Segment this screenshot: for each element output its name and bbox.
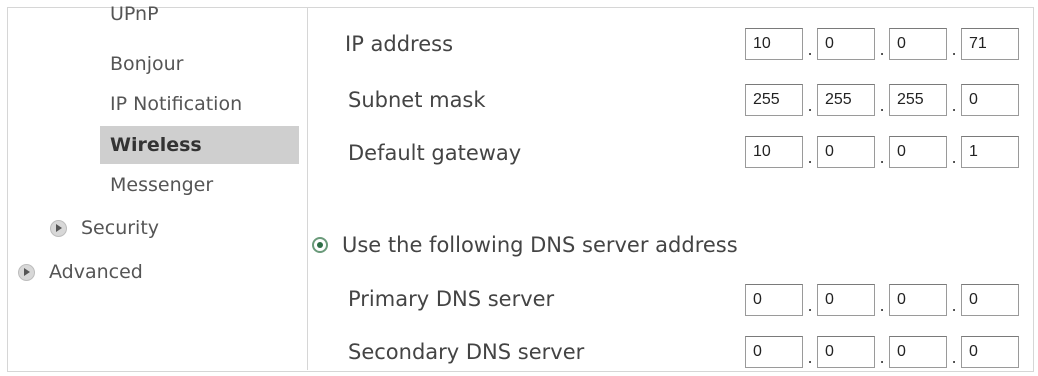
- secondary-dns-field: 0 . 0 . 0 . 0: [745, 336, 1019, 368]
- secondary-dns-octet-2[interactable]: 0: [817, 336, 875, 368]
- subnet-mask-octet-2[interactable]: 255: [817, 84, 875, 116]
- primary-dns-label: Primary DNS server: [348, 287, 555, 311]
- primary-dns-octet-1[interactable]: 0: [745, 284, 803, 316]
- primary-dns-octet-2[interactable]: 0: [817, 284, 875, 316]
- ip-address-label: IP address: [345, 32, 454, 56]
- ip-address-octet-4[interactable]: 71: [961, 28, 1019, 60]
- octet-separator: .: [807, 296, 813, 315]
- octet-separator: .: [951, 296, 957, 315]
- primary-dns-octet-3[interactable]: 0: [889, 284, 947, 316]
- sidebar-item-ip-notification[interactable]: IP Notification: [110, 86, 300, 122]
- secondary-dns-octet-4[interactable]: 0: [961, 336, 1019, 368]
- radio-selected-icon[interactable]: [312, 237, 328, 253]
- ip-address-octet-1[interactable]: 10: [745, 28, 803, 60]
- octet-separator: .: [879, 348, 885, 367]
- default-gateway-label: Default gateway: [348, 141, 522, 165]
- default-gateway-field: 10 . 0 . 0 . 1: [745, 136, 1019, 168]
- sidebar-item-label: Security: [81, 217, 160, 239]
- octet-separator: .: [879, 96, 885, 115]
- sidebar-item-security[interactable]: Security: [50, 210, 159, 246]
- subnet-mask-field: 255 . 255 . 255 . 0: [745, 84, 1019, 116]
- subnet-mask-octet-4[interactable]: 0: [961, 84, 1019, 116]
- sidebar-item-advanced[interactable]: Advanced: [18, 254, 143, 290]
- secondary-dns-octet-3[interactable]: 0: [889, 336, 947, 368]
- dns-option-label: Use the following DNS server address: [342, 233, 738, 257]
- octet-separator: .: [951, 96, 957, 115]
- subnet-mask-label: Subnet mask: [348, 88, 486, 112]
- subnet-mask-octet-1[interactable]: 255: [745, 84, 803, 116]
- default-gateway-octet-1[interactable]: 10: [745, 136, 803, 168]
- primary-dns-octet-4[interactable]: 0: [961, 284, 1019, 316]
- sidebar-item-bonjour[interactable]: Bonjour: [110, 46, 300, 82]
- octet-separator: .: [951, 40, 957, 59]
- chevron-right-icon: [50, 219, 67, 237]
- default-gateway-octet-4[interactable]: 1: [961, 136, 1019, 168]
- octet-separator: .: [807, 148, 813, 167]
- dns-manual-option[interactable]: Use the following DNS server address: [312, 233, 738, 257]
- octet-separator: .: [879, 296, 885, 315]
- octet-separator: .: [951, 348, 957, 367]
- octet-separator: .: [807, 96, 813, 115]
- ip-address-octet-2[interactable]: 0: [817, 28, 875, 60]
- secondary-dns-label: Secondary DNS server: [348, 340, 585, 364]
- sidebar-item-upnp[interactable]: UPnP: [110, 1, 300, 27]
- chevron-right-icon: [18, 263, 35, 281]
- sidebar-item-messenger[interactable]: Messenger: [110, 167, 300, 203]
- octet-separator: .: [807, 348, 813, 367]
- default-gateway-octet-3[interactable]: 0: [889, 136, 947, 168]
- secondary-dns-octet-1[interactable]: 0: [745, 336, 803, 368]
- sidebar-item-label: Advanced: [49, 261, 143, 283]
- primary-dns-field: 0 . 0 . 0 . 0: [745, 284, 1019, 316]
- ip-address-octet-3[interactable]: 0: [889, 28, 947, 60]
- subnet-mask-octet-3[interactable]: 255: [889, 84, 947, 116]
- sidebar-item-wireless[interactable]: Wireless: [100, 126, 299, 164]
- octet-separator: .: [879, 40, 885, 59]
- octet-separator: .: [807, 40, 813, 59]
- ip-address-field: 10 . 0 . 0 . 71: [745, 28, 1019, 60]
- octet-separator: .: [951, 148, 957, 167]
- default-gateway-octet-2[interactable]: 0: [817, 136, 875, 168]
- octet-separator: .: [879, 148, 885, 167]
